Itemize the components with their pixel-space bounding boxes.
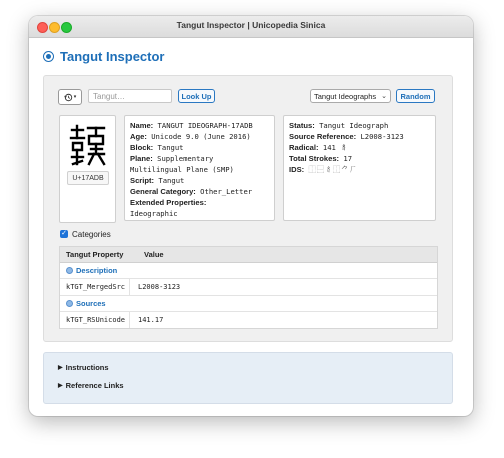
info-radical: Radical: 141 𘤌 [289, 143, 348, 152]
page-title: Tangut Inspector [60, 48, 165, 64]
codepoint-label[interactable]: U+17ADB [67, 171, 109, 185]
section-label: Description [76, 266, 118, 275]
unicode-info-box: Name: TANGUT IDEOGRAPH-17ADB Age: Unicod… [124, 115, 275, 221]
app-window: Tangut Inspector | Unicopedia Sinica Tan… [29, 16, 473, 416]
reference-links-disclosure[interactable]: ▶ Reference Links [58, 381, 124, 390]
instructions-disclosure[interactable]: ▶ Instructions [58, 363, 109, 372]
info-block: Block: Tangut [130, 143, 184, 152]
window-title: Tangut Inspector | Unicopedia Sinica [176, 20, 326, 30]
tangut-info-box: Status: Tangut Ideograph Source Referenc… [283, 115, 436, 221]
glyph-card: U+17ADB [59, 115, 116, 223]
disclosure-triangle-icon: ▶ [58, 365, 63, 371]
categories-label: Categories [72, 229, 111, 239]
app-logo-icon [43, 50, 54, 62]
section-sources: Sources [60, 296, 437, 312]
info-extended-properties-value: Ideographic [130, 209, 178, 218]
table-row: kTGT_MergedSrc L2008-3123 [60, 279, 437, 296]
info-extended-properties: Extended Properties: [130, 198, 207, 207]
table-row: kTGT_RSUnicode 141.17 [60, 312, 437, 328]
section-bullet-icon [66, 300, 73, 307]
section-bullet-icon [66, 267, 73, 274]
info-age: Age: Unicode 9.0 (June 2016) [130, 132, 251, 141]
help-panel: ▶ Instructions ▶ Reference Links [43, 352, 453, 404]
info-source-reference: Source Reference: L2008-3123 [289, 132, 404, 141]
search-input[interactable] [88, 89, 172, 103]
chevron-updown-icon: ⌄ [381, 93, 387, 100]
property-cell: kTGT_MergedSrc [60, 279, 130, 295]
info-ids: IDS: ⿰⿱𘤌⿰⺈𘠋 [289, 165, 358, 174]
info-plane: Plane: Supplementary Multilingual Plane … [130, 154, 234, 174]
info-general-category: General Category: Other_Letter [130, 187, 253, 196]
title-bar: Tangut Inspector | Unicopedia Sinica [29, 16, 473, 38]
value-cell: 141.17 [138, 316, 164, 324]
random-button[interactable]: Random [396, 89, 435, 103]
section-description: Description [60, 263, 437, 279]
info-total-strokes: Total Strokes: 17 [289, 154, 353, 163]
column-header-value: Value [144, 250, 164, 259]
categories-checkbox[interactable]: ✓ [60, 230, 68, 238]
app-header: Tangut Inspector [43, 48, 164, 64]
properties-table: Tangut Property Value Description kTGT_M… [59, 246, 438, 329]
look-up-button[interactable]: Look Up [178, 89, 215, 103]
info-name: Name: TANGUT IDEOGRAPH-17ADB [130, 121, 253, 130]
property-cell: kTGT_RSUnicode [60, 312, 130, 328]
toolbar: ▾ Look Up Tangut Ideographs ⌄ Random [58, 89, 436, 105]
reference-links-label: Reference Links [65, 381, 124, 390]
info-script: Script: Tangut [130, 176, 185, 185]
history-icon [63, 93, 72, 101]
instructions-label: Instructions [65, 363, 109, 372]
block-select-value: Tangut Ideographs [314, 91, 377, 101]
categories-toggle[interactable]: ✓ Categories [60, 228, 111, 240]
info-status: Status: Tangut Ideograph [289, 121, 389, 130]
section-label: Sources [76, 299, 106, 308]
value-cell: L2008-3123 [138, 283, 181, 291]
disclosure-triangle-icon: ▶ [58, 383, 63, 389]
column-header-property: Tangut Property [66, 250, 124, 259]
inspector-panel: ▾ Look Up Tangut Ideographs ⌄ Random [43, 75, 453, 342]
tangut-glyph-image [69, 124, 106, 166]
chevron-down-icon: ▾ [73, 94, 77, 100]
block-select[interactable]: Tangut Ideographs ⌄ [310, 89, 391, 103]
history-button[interactable]: ▾ [58, 89, 82, 105]
table-header: Tangut Property Value [60, 247, 437, 263]
